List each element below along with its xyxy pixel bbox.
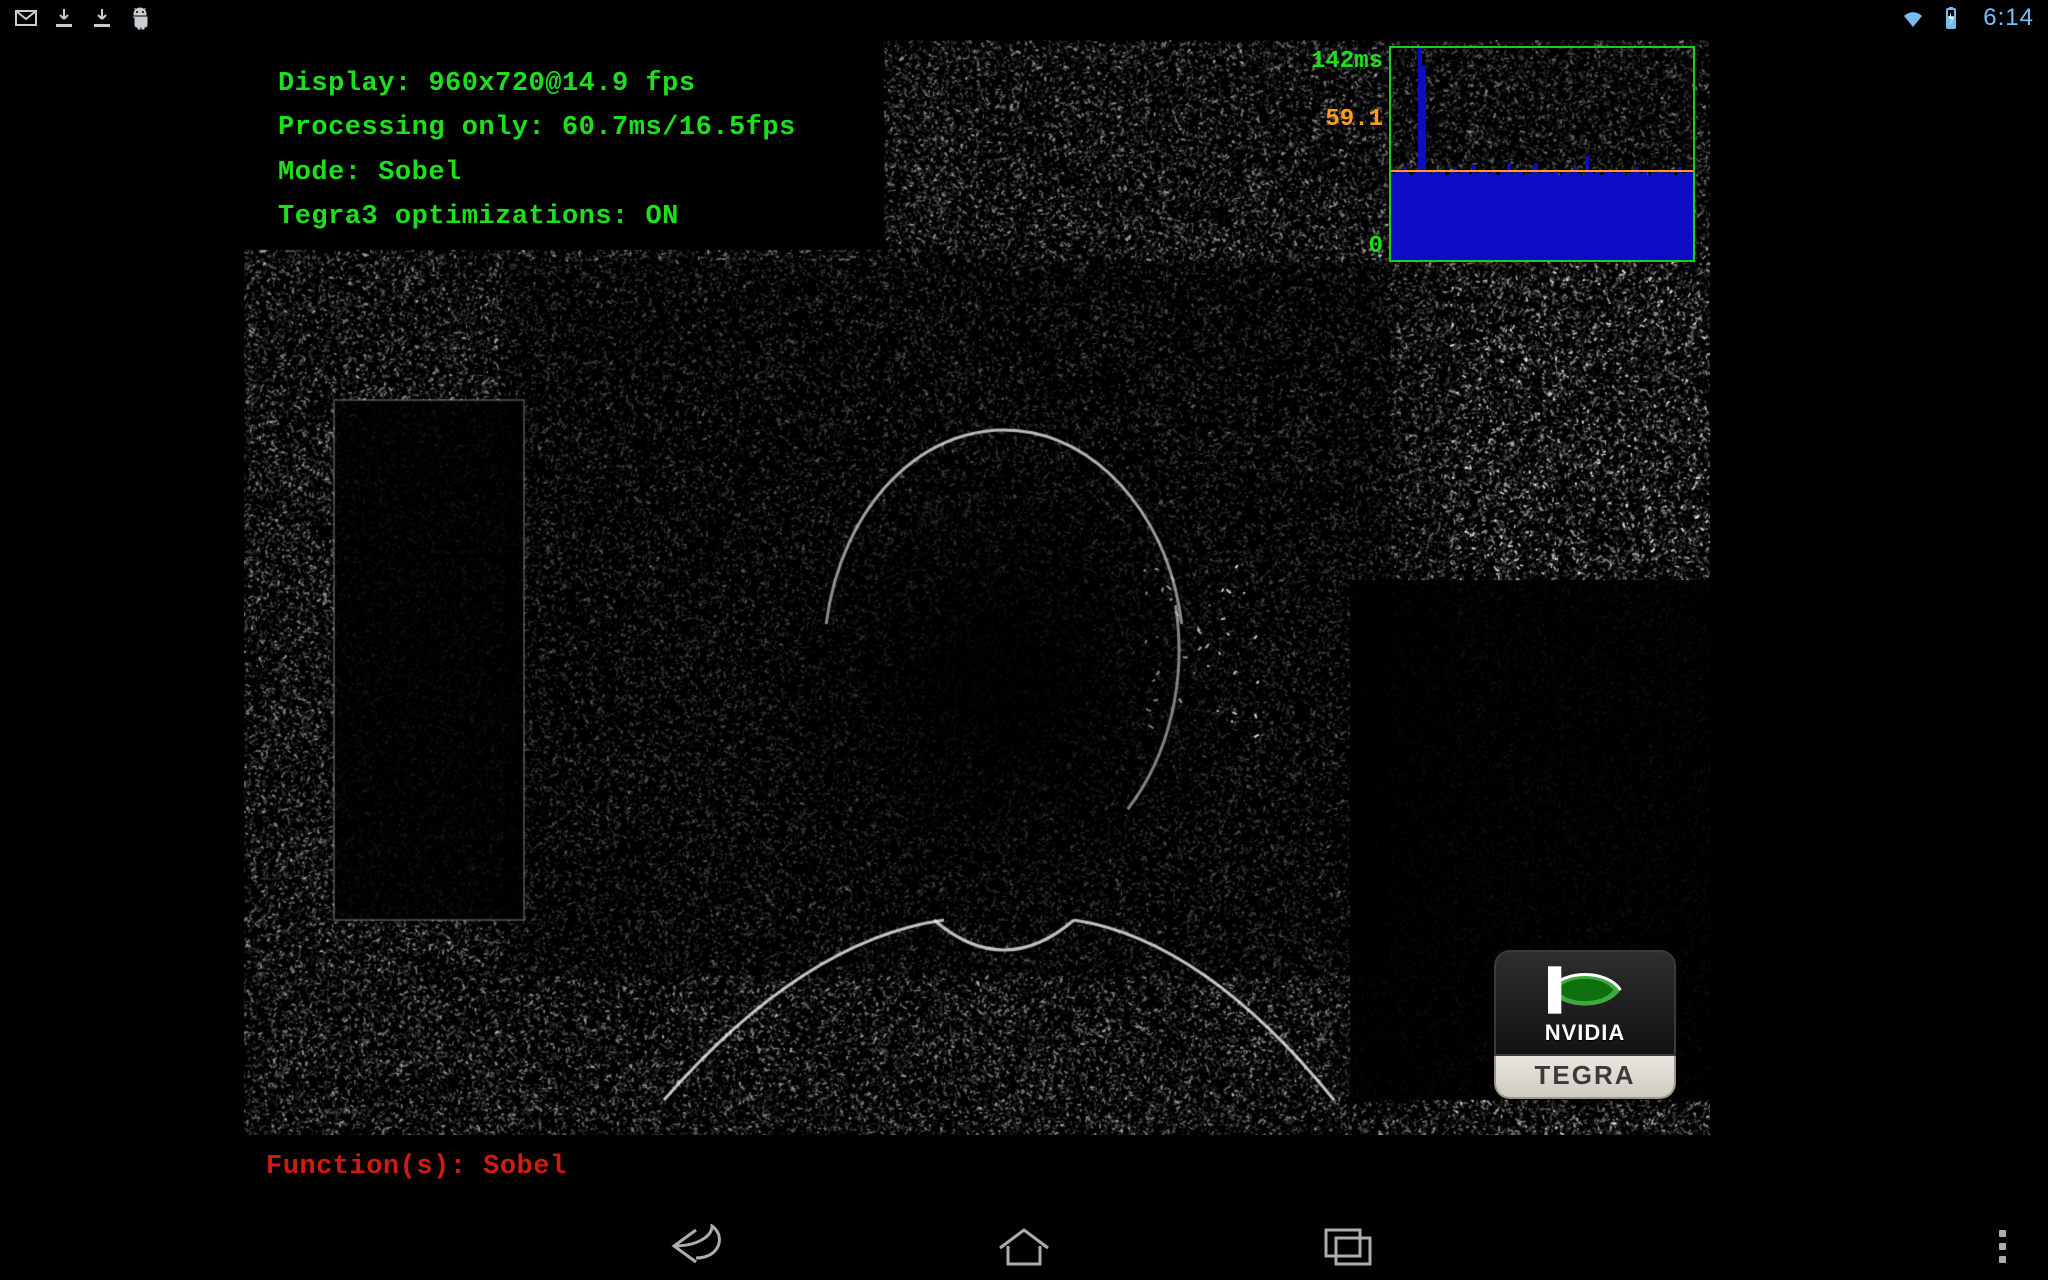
nav-home-button[interactable] xyxy=(992,1224,1056,1268)
nav-menu-button[interactable] xyxy=(1999,1230,2006,1263)
wifi-icon xyxy=(1901,6,1925,30)
android-status-bar: 6:14 xyxy=(0,0,2048,36)
perf-max-label: 142ms xyxy=(1311,48,1383,75)
hud-line-mode: Mode: Sobel xyxy=(278,158,462,188)
camera-viewport[interactable]: Display: 960x720@14.9 fps Processing onl… xyxy=(244,40,1710,1135)
status-bar-clock: 6:14 xyxy=(1983,4,2034,32)
perf-graph-y-labels: 142ms 59.1 0 xyxy=(1311,46,1389,262)
download-icon xyxy=(90,6,114,30)
nvidia-badge-bottom: TEGRA xyxy=(1494,1056,1676,1099)
nvidia-eye-icon xyxy=(1548,966,1622,1014)
android-nav-bar xyxy=(0,1212,2048,1280)
status-bar-left xyxy=(14,6,152,30)
nav-back-button[interactable] xyxy=(668,1224,732,1268)
android-icon xyxy=(128,6,152,30)
nav-recent-apps-button[interactable] xyxy=(1316,1224,1380,1268)
hud-line-processing: Processing only: 60.7ms/16.5fps xyxy=(278,113,796,143)
perf-zero-label: 0 xyxy=(1369,233,1383,260)
perf-avg-label: 59.1 xyxy=(1325,106,1383,180)
perf-graph-avg-line xyxy=(1391,170,1693,172)
nvidia-tegra-badge: NVIDIA TEGRA xyxy=(1494,950,1676,1099)
function-line: Function(s): Sobel xyxy=(266,1152,567,1182)
gmail-icon xyxy=(14,6,38,30)
perf-graph-bars xyxy=(1391,48,1693,260)
hud-line-optimizations: Tegra3 optimizations: ON xyxy=(278,202,679,232)
perf-graph: 142ms 59.1 0 xyxy=(1311,46,1695,262)
status-bar-right: 6:14 xyxy=(1901,4,2034,32)
hud-line-display: Display: 960x720@14.9 fps xyxy=(278,69,696,99)
perf-graph-box xyxy=(1389,46,1695,262)
nvidia-badge-top: NVIDIA xyxy=(1494,950,1676,1056)
battery-charging-icon xyxy=(1939,6,1963,30)
download-icon xyxy=(52,6,76,30)
nvidia-brand-text: NVIDIA xyxy=(1545,1020,1626,1046)
tegra-sub-text: TEGRA xyxy=(1535,1060,1636,1090)
hud-info-box: Display: 960x720@14.9 fps Processing onl… xyxy=(262,52,812,249)
